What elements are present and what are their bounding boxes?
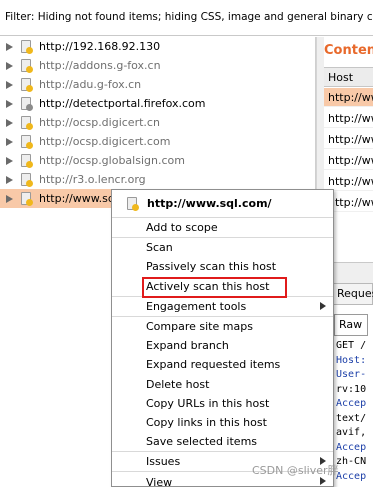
menu-item-label: Passively scan this host	[146, 260, 277, 274]
menu-item-add-to-scope[interactable]: Add to scope	[112, 218, 333, 237]
expand-arrow-icon[interactable]	[6, 80, 13, 89]
context-menu: http://www.sql.com/ Add to scope Scan Pass…	[111, 189, 334, 487]
menu-item-delete-host[interactable]: Delete host	[112, 375, 333, 394]
request-line: Accep	[336, 398, 367, 409]
menu-item-label: Scan	[146, 241, 173, 255]
request-line: avif,	[336, 427, 367, 438]
request-line: Accep	[336, 441, 367, 453]
site-map-row[interactable]: http://addons.g-fox.cn	[0, 56, 315, 75]
request-line: text/	[336, 412, 367, 424]
host-label: http://192.168.92.130	[39, 40, 161, 53]
request-line: User-	[336, 369, 367, 380]
request-line: rv:10	[336, 383, 367, 395]
menu-item-label: Expand branch	[146, 339, 229, 353]
context-menu-host: http://www.sql.com/	[147, 197, 272, 210]
menu-item-copy-links-in-this-host[interactable]: Copy links in this host	[112, 413, 333, 432]
menu-item-expand-requested-items[interactable]: Expand requested items	[112, 355, 333, 374]
menu-item-expand-branch[interactable]: Expand branch	[112, 336, 333, 355]
expand-arrow-icon[interactable]	[6, 118, 13, 127]
site-file-icon	[126, 196, 140, 212]
expand-arrow-icon[interactable]	[6, 175, 13, 184]
expand-arrow-icon[interactable]	[6, 42, 13, 51]
column-header-host[interactable]: Host	[324, 67, 373, 87]
watermark: CSDN @sliver胖	[252, 464, 339, 477]
host-file-icon	[20, 77, 34, 93]
menu-item-engagement-tools[interactable]: Engagement tools	[112, 297, 333, 316]
context-menu-header: http://www.sql.com/	[112, 190, 333, 218]
site-map-row[interactable]: http://192.168.92.130	[0, 37, 315, 56]
host-file-icon	[20, 58, 34, 74]
menu-item-label: Save selected items	[146, 435, 258, 449]
host-file-icon	[20, 153, 34, 169]
host-file-icon	[20, 172, 34, 188]
site-map-row[interactable]: http://ocsp.globalsign.com	[0, 151, 315, 170]
host-file-icon	[20, 134, 34, 150]
host-label: http://detectportal.firefox.com	[39, 97, 206, 110]
contents-row[interactable]: http://ww	[324, 109, 373, 128]
contents-row[interactable]: http://ww	[324, 130, 373, 149]
host-file-icon	[20, 191, 34, 207]
tab-raw[interactable]: Raw	[334, 314, 368, 336]
menu-item-label: Compare site maps	[146, 320, 253, 334]
site-map-row[interactable]: http://detectportal.firefox.com	[0, 94, 315, 113]
menu-item-label: Add to scope	[146, 221, 218, 235]
menu-item-label: Expand requested items	[146, 358, 281, 372]
filter-text: Filter: Hiding not found items; hiding C…	[5, 11, 373, 23]
host-label: http://r3.o.lencr.org	[39, 173, 146, 186]
host-label: http://ocsp.digicert.com	[39, 135, 171, 148]
host-file-icon	[20, 96, 34, 112]
menu-item-label: Delete host	[146, 377, 210, 391]
menu-item-label: Copy URLs in this host	[146, 396, 270, 410]
site-map-row[interactable]: http://adu.g-fox.cn	[0, 75, 315, 94]
menu-item-label: Copy links in this host	[146, 415, 267, 429]
site-map-row[interactable]: http://ocsp.digicert.cn	[0, 113, 315, 132]
expand-arrow-icon[interactable]	[6, 156, 13, 165]
host-file-icon	[20, 115, 34, 131]
menu-item-actively-scan-this-host[interactable]: Actively scan this host	[112, 277, 333, 296]
filter-bar[interactable]: Filter: Hiding not found items; hiding C…	[0, 0, 373, 36]
menu-item-save-selected-items[interactable]: Save selected items	[112, 432, 333, 451]
tab-request[interactable]: Request	[332, 283, 373, 305]
contents-row[interactable]: http://ww	[324, 88, 373, 107]
request-line: Accep	[336, 470, 367, 482]
expand-arrow-icon[interactable]	[6, 99, 13, 108]
submenu-arrow-icon	[320, 477, 326, 486]
request-line: zh-CN	[336, 456, 367, 467]
site-map-row[interactable]: http://ocsp.digicert.com	[0, 132, 315, 151]
request-line: Host:	[336, 354, 367, 366]
menu-item-label: Actively scan this host	[146, 279, 270, 293]
host-file-icon	[20, 39, 34, 55]
submenu-arrow-icon	[320, 301, 326, 310]
menu-item-label: Issues	[146, 455, 181, 469]
request-line: GET /	[336, 340, 367, 351]
host-label: http://ocsp.digicert.cn	[39, 116, 160, 129]
expand-arrow-icon[interactable]	[6, 194, 13, 203]
expand-arrow-icon[interactable]	[6, 61, 13, 70]
menu-item-label: View	[146, 475, 173, 487]
menu-item-compare-site-maps[interactable]: Compare site maps	[112, 317, 333, 336]
expand-arrow-icon[interactable]	[6, 137, 13, 146]
menu-item-copy-urls-in-this-host[interactable]: Copy URLs in this host	[112, 394, 333, 413]
contents-title: Contents	[324, 43, 373, 58]
host-label: http://ocsp.globalsign.com	[39, 154, 185, 167]
host-label: http://adu.g-fox.cn	[39, 78, 142, 91]
menu-item-label: Engagement tools	[146, 299, 247, 313]
host-label: http://addons.g-fox.cn	[39, 59, 161, 72]
site-map-row[interactable]: http://r3.o.lencr.org	[0, 170, 315, 189]
contents-row[interactable]: http://ww	[324, 151, 373, 170]
menu-item-passively-scan-this-host[interactable]: Passively scan this host	[112, 257, 333, 276]
menu-item-scan[interactable]: Scan	[112, 238, 333, 257]
host-label: http://www.sq	[39, 192, 115, 205]
